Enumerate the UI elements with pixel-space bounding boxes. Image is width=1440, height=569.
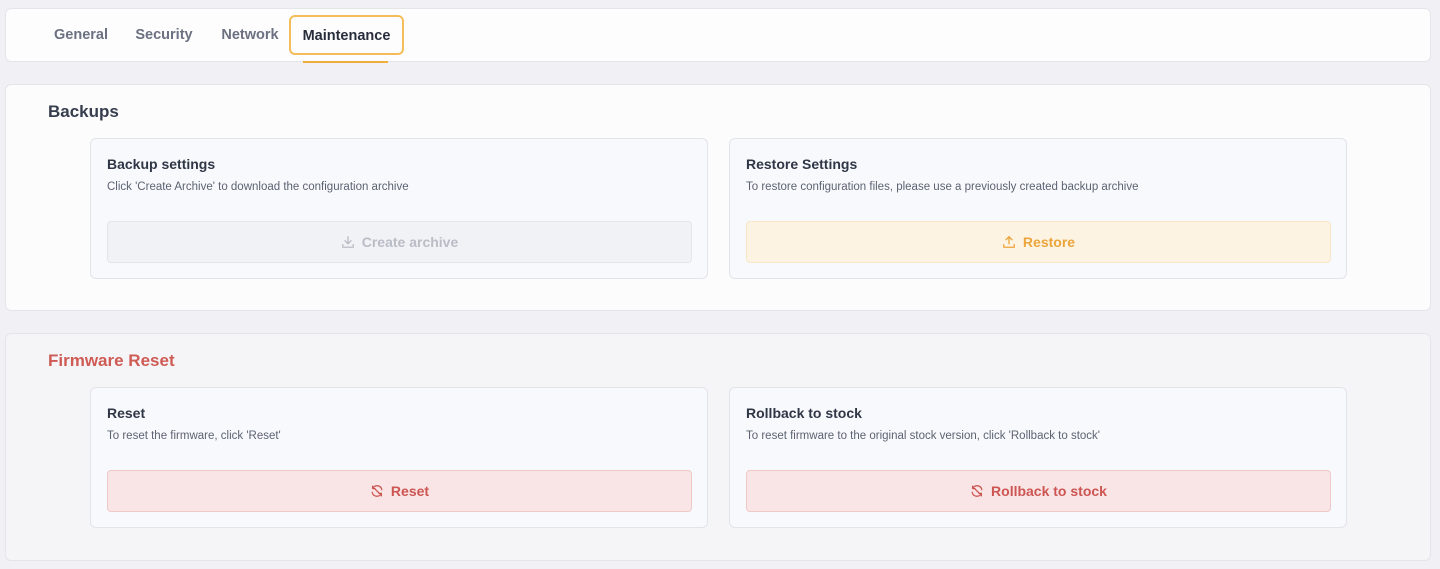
reset-label: Reset [390,483,430,499]
backup-settings-description: Click 'Create Archive' to download the c… [107,181,409,193]
tab-general[interactable]: General [50,9,112,62]
rollback-button[interactable]: Rollback to stock [746,470,1331,512]
backup-settings-title: Backup settings [107,156,216,172]
reset-card-title: Reset [107,405,146,421]
rollback-label: Rollback to stock [991,483,1107,499]
tab-network[interactable]: Network [214,9,286,62]
download-icon [341,236,354,248]
firmware-reset-title: Firmware Reset [48,351,175,370]
rollback-card-description: To reset firmware to the original stock … [746,430,1100,442]
restore-settings-card: Restore Settings To restore configuratio… [729,138,1347,279]
create-archive-button[interactable]: Create archive [107,221,692,263]
backups-section: Backups Backup settings Click 'Create Ar… [5,84,1431,311]
backup-settings-card: Backup settings Click 'Create Archive' t… [90,138,708,279]
upload-icon [1003,236,1015,248]
settings-tabs: General Security Network Maintenance [5,8,1431,63]
rollback-card: Rollback to stock To reset firmware to t… [729,387,1347,528]
active-tab-indicator [303,61,388,63]
restore-settings-title: Restore Settings [746,156,858,172]
reset-button[interactable]: Reset [107,470,692,512]
rollback-card-title: Rollback to stock [746,405,862,421]
tab-security[interactable]: Security [130,9,198,62]
restore-label: Restore [1022,234,1076,250]
create-archive-label: Create archive [361,234,459,250]
backups-title: Backups [48,102,119,121]
reset-card: Reset To reset the firmware, click 'Rese… [90,387,708,528]
reset-icon [371,485,383,497]
tab-maintenance[interactable]: Maintenance [289,15,404,55]
firmware-reset-section: Firmware Reset Reset To reset the firmwa… [5,333,1431,561]
restore-settings-description: To restore configuration files, please u… [746,181,1139,193]
reset-icon [971,485,983,497]
restore-button[interactable]: Restore [746,221,1331,263]
reset-card-description: To reset the firmware, click 'Reset' [107,430,281,442]
